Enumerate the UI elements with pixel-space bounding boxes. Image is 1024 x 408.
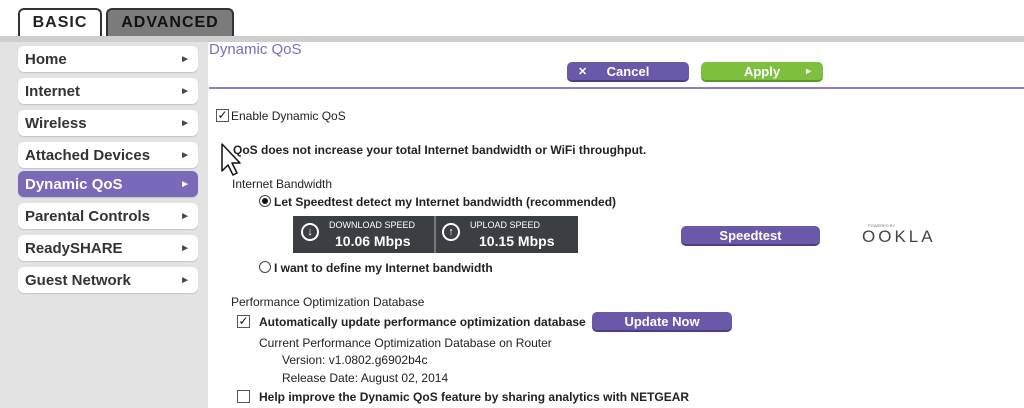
download-speed-label: DOWNLOAD SPEED bbox=[329, 220, 416, 230]
caret-right-icon: ► bbox=[180, 242, 190, 254]
sidebar-item-home[interactable]: Home ► bbox=[18, 46, 198, 72]
manual-bandwidth-radio[interactable] bbox=[259, 261, 271, 273]
ookla-logo: OOKLA bbox=[862, 227, 936, 246]
sidebar-item-readyshare[interactable]: ReadySHARE ► bbox=[18, 235, 198, 261]
speed-result-panel: ↓ DOWNLOAD SPEED 10.06 Mbps ↑ UPLOAD SPE… bbox=[293, 216, 578, 253]
caret-right-icon: ► bbox=[180, 210, 190, 222]
sidebar-item-label: Attached Devices bbox=[25, 146, 151, 164]
analytics-checkbox[interactable] bbox=[237, 390, 250, 403]
caret-right-icon: ► bbox=[804, 66, 813, 76]
caret-right-icon: ► bbox=[180, 53, 190, 65]
qos-notice: QoS does not increase your total Interne… bbox=[233, 143, 647, 157]
page-title: Dynamic QoS bbox=[209, 41, 302, 58]
download-arrow-icon: ↓ bbox=[301, 223, 319, 241]
apply-button[interactable]: Apply ► bbox=[701, 62, 823, 82]
auto-update-checkbox[interactable]: ✓ bbox=[237, 315, 250, 328]
database-release-date: Release Date: August 02, 2014 bbox=[282, 371, 449, 385]
speedtest-detect-radio[interactable] bbox=[259, 195, 271, 207]
current-database-label: Current Performance Optimization Databas… bbox=[259, 336, 552, 350]
upload-arrow-icon: ↑ bbox=[442, 223, 460, 241]
sidebar-item-label: Guest Network bbox=[25, 271, 131, 289]
caret-right-icon: ► bbox=[180, 117, 190, 129]
caret-right-icon: ► bbox=[180, 274, 190, 286]
analytics-label: Help improve the Dynamic QoS feature by … bbox=[259, 390, 690, 404]
caret-right-icon: ► bbox=[180, 85, 190, 97]
sidebar-item-parental-controls[interactable]: Parental Controls ► bbox=[18, 203, 198, 229]
close-icon: ✕ bbox=[578, 65, 588, 78]
speedtest-button[interactable]: Speedtest bbox=[681, 226, 820, 246]
sidebar-item-wireless[interactable]: Wireless ► bbox=[18, 110, 198, 136]
enable-qos-label: Enable Dynamic QoS bbox=[231, 109, 346, 123]
upload-speed-value: 10.15 Mbps bbox=[479, 233, 555, 249]
sidebar-item-label: ReadySHARE bbox=[25, 239, 123, 257]
caret-right-icon: ► bbox=[180, 178, 190, 190]
database-version: Version: v1.0802.g6902b4c bbox=[282, 353, 428, 367]
enable-qos-checkbox[interactable]: ✓ bbox=[216, 109, 229, 122]
tab-basic[interactable]: BASIC bbox=[18, 8, 102, 36]
sidebar-item-internet[interactable]: Internet ► bbox=[18, 78, 198, 104]
sidebar-item-label: Home bbox=[25, 50, 67, 68]
download-speed-value: 10.06 Mbps bbox=[335, 233, 411, 249]
tab-advanced[interactable]: ADVANCED bbox=[106, 8, 234, 36]
update-now-button[interactable]: Update Now bbox=[592, 312, 732, 332]
sidebar-item-attached-devices[interactable]: Attached Devices ► bbox=[18, 142, 198, 168]
database-heading: Performance Optimization Database bbox=[231, 295, 425, 309]
sidebar-item-label: Parental Controls bbox=[25, 207, 151, 225]
speed-divider bbox=[434, 216, 436, 253]
sidebar-item-label: Dynamic QoS bbox=[25, 175, 123, 193]
mouse-cursor-icon bbox=[221, 143, 241, 176]
sidebar: Home ► Internet ► Wireless ► Attached De… bbox=[0, 42, 208, 408]
upload-speed-label: UPLOAD SPEED bbox=[470, 220, 541, 230]
speedtest-detect-label: Let Speedtest detect my Internet bandwid… bbox=[274, 195, 617, 209]
sidebar-item-label: Wireless bbox=[25, 114, 87, 132]
caret-right-icon: ► bbox=[180, 149, 190, 161]
cancel-button[interactable]: ✕ Cancel bbox=[567, 62, 689, 82]
sidebar-item-guest-network[interactable]: Guest Network ► bbox=[18, 267, 198, 293]
sidebar-item-label: Internet bbox=[25, 82, 81, 100]
header-divider bbox=[209, 87, 1024, 89]
sidebar-item-dynamic-qos[interactable]: Dynamic QoS ► bbox=[18, 171, 198, 197]
manual-bandwidth-label: I want to define my Internet bandwidth bbox=[274, 261, 493, 275]
auto-update-label: Automatically update performance optimiz… bbox=[259, 315, 586, 329]
bandwidth-heading: Internet Bandwidth bbox=[232, 177, 333, 191]
